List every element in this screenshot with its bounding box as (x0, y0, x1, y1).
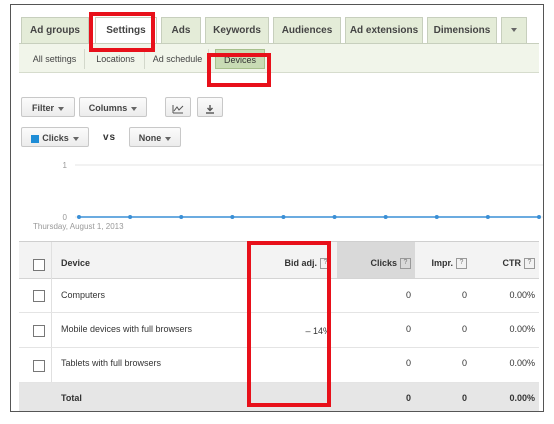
chevron-down-icon (511, 28, 517, 33)
primary-metric-label: Clicks (42, 133, 69, 143)
more-tabs-dropdown[interactable] (501, 17, 527, 43)
secondary-metric-select[interactable]: None (129, 127, 181, 147)
clicks-value: 0 (405, 290, 411, 300)
total-clicks: 0 (405, 393, 411, 403)
row-checkbox[interactable] (33, 325, 45, 337)
clicks-series (77, 215, 541, 219)
ctr-value: 0.00% (509, 358, 535, 368)
data-point[interactable] (485, 215, 490, 219)
clicks-value: 0 (405, 324, 411, 334)
subtab-ad-schedule[interactable]: Ad schedule (147, 49, 209, 69)
chart-toggle-button[interactable] (165, 97, 191, 117)
data-point[interactable] (281, 215, 286, 219)
chevron-down-icon (58, 106, 64, 111)
total-impr: 0 (461, 393, 467, 403)
column-header-clicks-label: Clicks (370, 258, 397, 268)
data-point[interactable] (230, 215, 235, 219)
tab-dimensions[interactable]: Dimensions (427, 17, 497, 43)
column-header-impr[interactable]: Impr.? (415, 258, 467, 270)
y-tick-label: 1 (63, 161, 68, 170)
help-icon[interactable]: ? (400, 258, 411, 270)
highlight-devices-subtab (207, 53, 271, 87)
column-header-device[interactable]: Device (61, 258, 90, 268)
device-name: Mobile devices with full browsers (61, 324, 193, 334)
column-header-ctr[interactable]: CTR? (471, 258, 535, 270)
y-tick-label: 0 (63, 213, 68, 222)
x-start-label: Thursday, August 1, 2013 (33, 222, 124, 231)
columns-button-label: Columns (88, 103, 128, 113)
ctr-value: 0.00% (509, 324, 535, 334)
clicks-value: 0 (405, 358, 411, 368)
total-label: Total (61, 393, 82, 403)
tab-audiences[interactable]: Audiences (273, 17, 341, 43)
chevron-down-icon (165, 136, 172, 141)
help-icon[interactable]: ? (456, 258, 467, 270)
data-point[interactable] (77, 215, 81, 219)
tab-ads[interactable]: Ads (161, 17, 201, 43)
metric-color-swatch (31, 134, 40, 143)
impr-value: 0 (461, 358, 467, 368)
tab-keywords[interactable]: Keywords (205, 17, 269, 43)
line-chart-icon (172, 104, 184, 114)
device-name: Computers (61, 290, 106, 300)
chevron-down-icon (72, 136, 79, 141)
primary-metric-select[interactable]: Clicks (21, 127, 89, 147)
data-point[interactable] (332, 215, 337, 219)
help-icon[interactable]: ? (524, 258, 535, 270)
subtab-all-settings[interactable]: All settings (25, 49, 85, 69)
data-point[interactable] (537, 215, 541, 219)
row-checkbox[interactable] (33, 290, 45, 302)
data-point[interactable] (179, 215, 184, 219)
screenshot-frame: Ad groups Settings Ads Keywords Audience… (10, 4, 544, 412)
data-point[interactable] (434, 215, 439, 219)
download-button[interactable] (197, 97, 223, 117)
tab-ad-groups[interactable]: Ad groups (21, 17, 89, 43)
chevron-down-icon (131, 106, 138, 111)
secondary-metric-label: None (138, 133, 162, 143)
subtab-locations[interactable]: Locations (87, 49, 145, 69)
ctr-value: 0.00% (509, 290, 535, 300)
download-icon (206, 104, 214, 114)
row-checkbox[interactable] (33, 360, 45, 372)
device-name: Tablets with full browsers (61, 358, 162, 368)
data-point[interactable] (383, 215, 388, 219)
clicks-chart: 1 0 Thursday, August 1, 2013 (33, 161, 543, 231)
column-header-clicks[interactable]: Clicks? (337, 258, 411, 270)
data-point[interactable] (128, 215, 133, 219)
select-all-checkbox[interactable] (33, 259, 45, 271)
highlight-settings-tab (89, 12, 155, 52)
columns-button[interactable]: Columns (79, 97, 147, 117)
vs-label: vs (103, 132, 117, 143)
filter-button-label: Filter (31, 103, 54, 113)
column-header-impr-label: Impr. (431, 258, 453, 268)
highlight-bid-adj-column (247, 241, 331, 407)
total-ctr: 0.00% (509, 393, 535, 403)
filter-button[interactable]: Filter (21, 97, 75, 117)
tab-ad-extensions[interactable]: Ad extensions (345, 17, 423, 43)
column-header-ctr-label: CTR (502, 258, 522, 268)
impr-value: 0 (461, 290, 467, 300)
impr-value: 0 (461, 324, 467, 334)
